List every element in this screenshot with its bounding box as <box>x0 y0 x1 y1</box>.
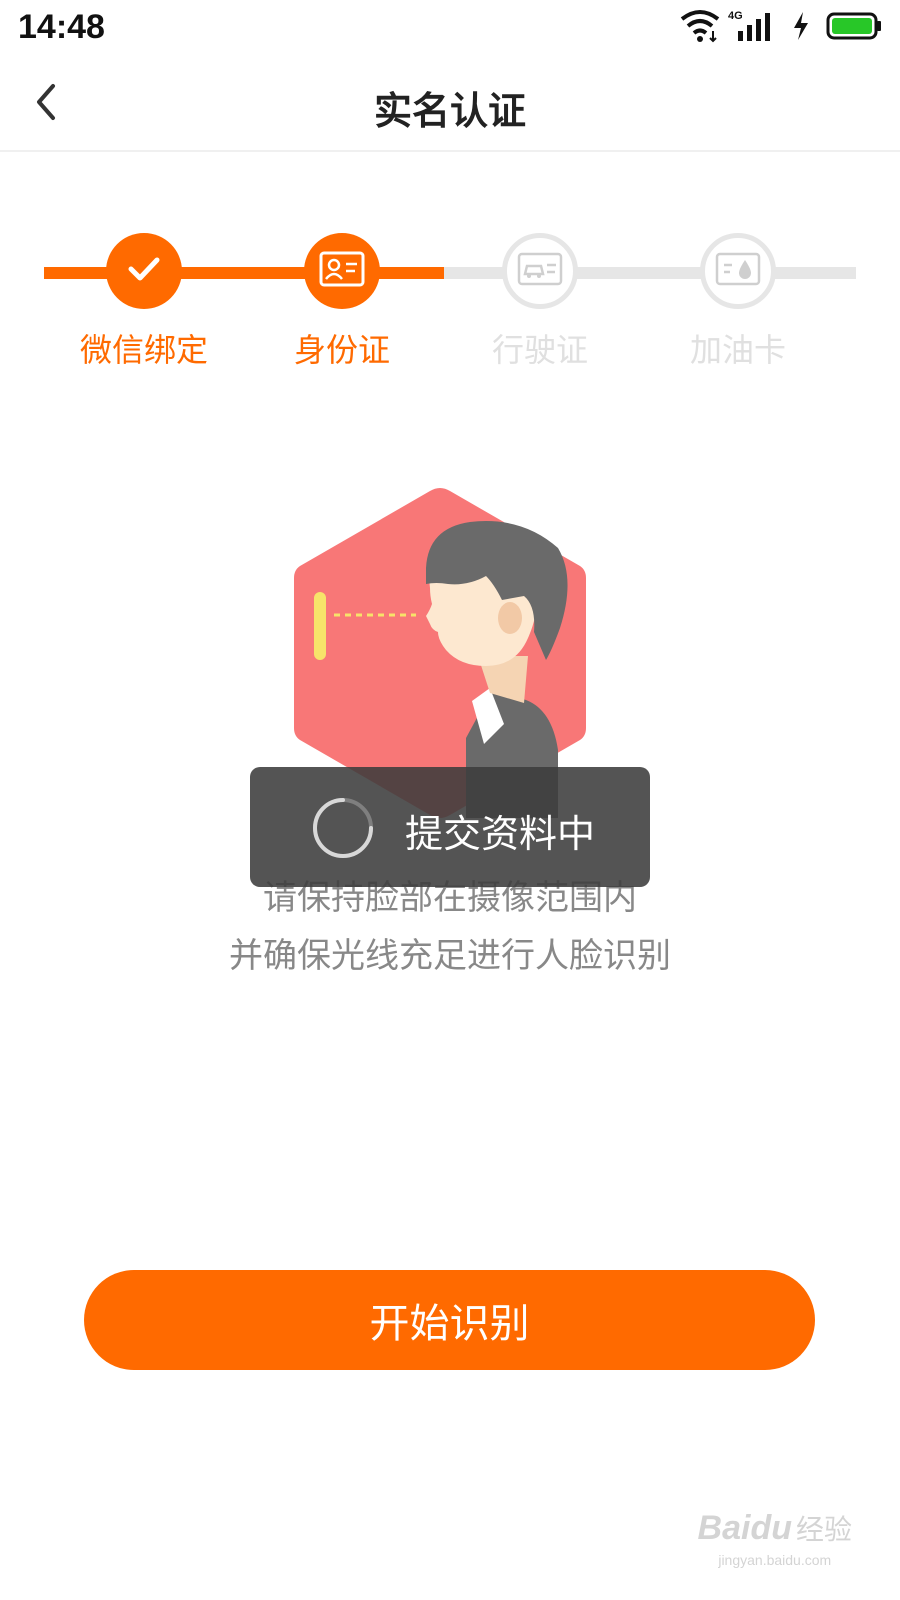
step-fuel-card: 加油卡 <box>648 233 828 371</box>
status-icons <box>680 10 882 46</box>
wifi-icon <box>680 9 720 47</box>
start-button-label: 开始识别 <box>369 1301 530 1347</box>
status-bar: 14:48 4G <box>0 0 900 56</box>
page-title: 实名认证 <box>373 89 526 133</box>
step-wechat-binding: 微信绑定 <box>54 233 234 371</box>
fuel-card-icon <box>715 252 761 290</box>
watermark-logo: Baidu 经验 <box>698 1508 852 1548</box>
step-label: 微信绑定 <box>79 331 208 369</box>
step-label: 加油卡 <box>689 331 786 369</box>
step-label: 行驶证 <box>491 331 588 369</box>
loading-toast: 提交资料中 <box>250 767 650 887</box>
watermark-url: jingyan.baidu.com <box>718 1552 832 1568</box>
start-recognition-button[interactable]: 开始识别 <box>84 1270 815 1370</box>
step-label: 身份证 <box>293 331 390 369</box>
battery-icon <box>826 11 882 45</box>
step-vehicle-license: 行驶证 <box>450 233 630 371</box>
navigation-header: 实名认证 <box>0 56 900 152</box>
charging-icon <box>792 11 810 45</box>
vehicle-license-icon <box>517 252 563 290</box>
watermark-brand: Baidu <box>697 1508 792 1547</box>
spinner-icon <box>310 795 376 861</box>
step-circle <box>106 233 182 309</box>
check-icon <box>124 249 164 293</box>
signal-icon <box>736 11 776 45</box>
watermark-suffix: 经验 <box>795 1513 852 1546</box>
step-circle <box>304 233 380 309</box>
baidu-watermark: Baidu 经验 jingyan.baidu.com <box>698 1508 852 1569</box>
verification-steps: 微信绑定 身份证 行驶证 加油卡 <box>0 200 900 380</box>
toast-message: 提交资料中 <box>405 812 596 856</box>
step-circle <box>502 233 578 309</box>
id-card-icon <box>319 251 365 291</box>
step-id-card: 身份证 <box>252 233 432 371</box>
status-time: 14:48 <box>18 8 105 46</box>
step-circle <box>700 233 776 309</box>
instruction-line-2: 并确保光线充足进行人脸识别 <box>229 936 671 976</box>
